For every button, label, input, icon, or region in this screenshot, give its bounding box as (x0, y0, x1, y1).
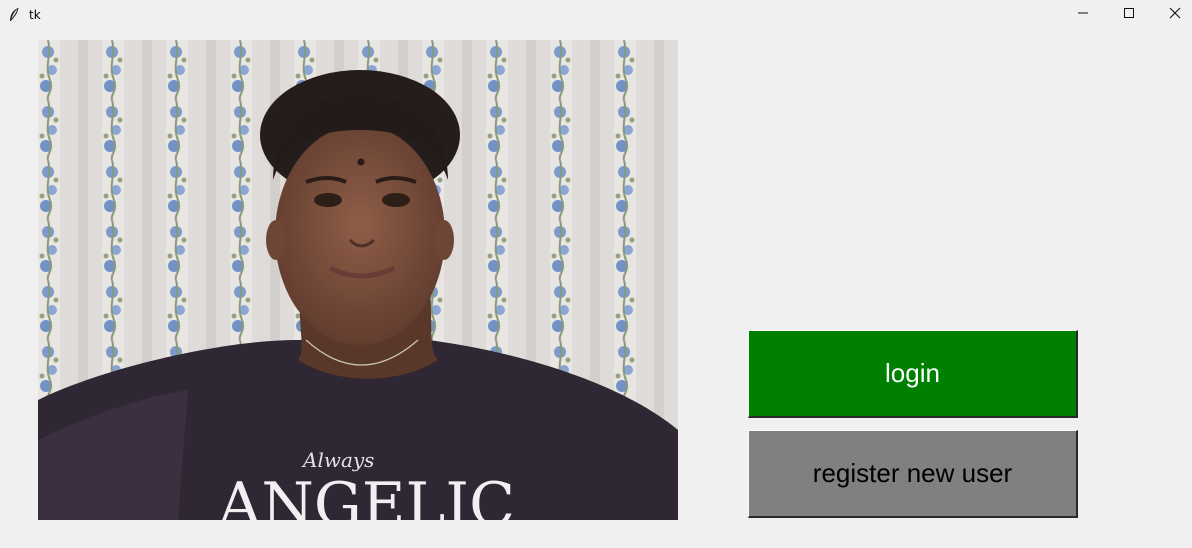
shirt-text-small: Always (301, 448, 374, 472)
minimize-icon (1077, 6, 1089, 24)
close-icon (1169, 6, 1181, 24)
title-bar[interactable]: tk (0, 0, 1192, 30)
register-new-user-button[interactable]: register new user (748, 430, 1078, 518)
login-button[interactable]: login (748, 330, 1078, 418)
window-title: tk (29, 8, 41, 22)
webcam-feed: Always ANGELIC (38, 40, 678, 520)
app-window: tk Always ANGELIC login register new use… (0, 0, 1192, 548)
minimize-button[interactable] (1060, 0, 1106, 30)
maximize-button[interactable] (1106, 0, 1152, 30)
close-button[interactable] (1152, 0, 1192, 30)
shirt-text-large: ANGELIC (217, 470, 515, 520)
feather-icon (8, 7, 20, 23)
maximize-icon (1123, 6, 1135, 24)
